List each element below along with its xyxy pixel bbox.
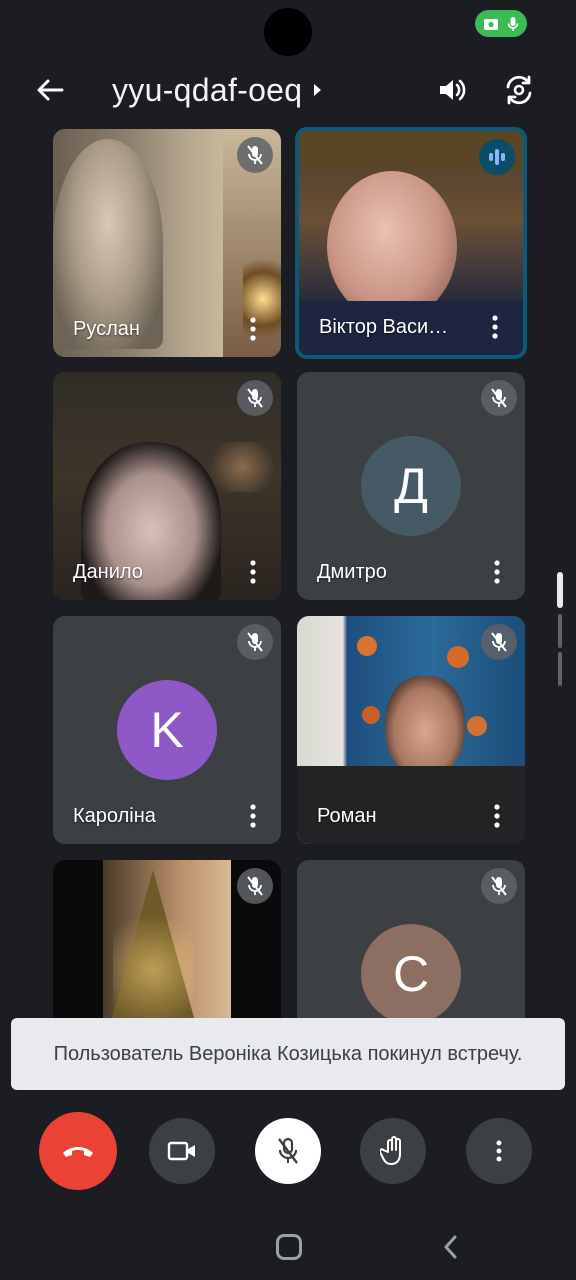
participant-name: Кароліна xyxy=(73,805,156,827)
status-bar xyxy=(0,0,576,60)
participant-tile[interactable]: K Кароліна xyxy=(53,616,281,844)
mic-off-icon xyxy=(247,145,263,165)
participant-tile[interactable]: Д Дмитро xyxy=(297,372,525,600)
privacy-indicator xyxy=(475,10,527,37)
home-button[interactable] xyxy=(276,1234,302,1260)
more-options-button[interactable] xyxy=(466,1118,532,1184)
audio-output-button[interactable] xyxy=(430,68,474,112)
hand-icon xyxy=(380,1136,401,1165)
call-controls xyxy=(0,1110,576,1194)
end-call-button[interactable] xyxy=(39,1112,117,1190)
more-vert-icon xyxy=(494,560,500,584)
back-nav-button[interactable] xyxy=(438,1232,462,1262)
participant-options-button[interactable] xyxy=(243,802,263,830)
more-vert-icon xyxy=(250,317,256,341)
mic-off-icon xyxy=(491,632,507,652)
mic-off-icon xyxy=(491,876,507,896)
participant-options-button[interactable] xyxy=(485,313,505,341)
toast-message: Пользователь Вероніка Козицька покинул в… xyxy=(53,1042,523,1065)
participant-tile-active-speaker[interactable]: Віктор Васи… xyxy=(295,127,527,359)
participant-avatar: Д xyxy=(361,436,461,536)
meeting-info-button[interactable]: yyu-qdaf-oeq xyxy=(112,70,322,110)
avatar-initial: K xyxy=(150,702,184,758)
camera-in-use-icon xyxy=(484,18,498,30)
videocam-icon xyxy=(167,1141,195,1161)
muted-indicator xyxy=(237,137,273,173)
more-vert-icon xyxy=(492,315,498,339)
muted-indicator xyxy=(481,868,517,904)
scrollbar-thumb[interactable] xyxy=(557,572,563,608)
participant-options-button[interactable] xyxy=(487,558,507,586)
raise-hand-button[interactable] xyxy=(360,1118,426,1184)
participant-options-button[interactable] xyxy=(243,558,263,586)
arrow-left-icon xyxy=(37,79,64,101)
meeting-code: yyu-qdaf-oeq xyxy=(112,71,303,108)
system-navigation-bar xyxy=(0,1210,576,1280)
participant-name: Данило xyxy=(73,561,143,583)
audio-level-icon xyxy=(489,149,505,165)
front-camera xyxy=(264,8,312,56)
muted-indicator xyxy=(237,868,273,904)
participant-options-button[interactable] xyxy=(243,315,263,343)
notification-toast: Пользователь Вероніка Козицька покинул в… xyxy=(11,1018,565,1090)
participant-tile[interactable]: Руслан xyxy=(53,129,281,357)
camera-toggle-button[interactable] xyxy=(149,1118,215,1184)
participant-avatar: C xyxy=(361,924,461,1024)
more-vert-icon xyxy=(250,560,256,584)
mic-off-icon xyxy=(247,876,263,896)
participant-name: Руслан xyxy=(73,318,140,340)
participant-tile[interactable]: Роман xyxy=(297,616,525,844)
muted-indicator xyxy=(481,624,517,660)
microphone-toggle-button[interactable] xyxy=(255,1118,321,1184)
speaker-icon xyxy=(440,79,466,101)
mic-off-icon xyxy=(247,388,263,408)
participant-tile[interactable]: Данило xyxy=(53,372,281,600)
scrollbar-segment xyxy=(558,652,562,686)
mic-off-icon xyxy=(278,1137,298,1164)
mic-off-icon xyxy=(491,388,507,408)
more-vert-icon xyxy=(496,1140,502,1162)
phone-hangup-icon xyxy=(63,1147,93,1157)
muted-indicator xyxy=(237,380,273,416)
scrollbar-segment xyxy=(558,614,562,648)
more-vert-icon xyxy=(250,804,256,828)
chevron-left-icon xyxy=(444,1235,457,1259)
muted-indicator xyxy=(237,624,273,660)
more-vert-icon xyxy=(494,804,500,828)
mic-in-use-icon xyxy=(507,16,519,31)
avatar-initial: C xyxy=(392,946,430,1002)
switch-camera-icon xyxy=(506,75,532,105)
avatar-initial: Д xyxy=(394,458,428,514)
switch-camera-button[interactable] xyxy=(497,68,541,112)
participant-name: Віктор Васи… xyxy=(319,316,449,338)
speaking-indicator xyxy=(479,139,515,175)
participant-options-button[interactable] xyxy=(487,802,507,830)
mic-off-icon xyxy=(247,632,263,652)
participant-avatar: K xyxy=(117,680,217,780)
muted-indicator xyxy=(481,380,517,416)
participant-name: Дмитро xyxy=(317,561,387,583)
back-button[interactable] xyxy=(30,70,70,110)
chevron-right-icon xyxy=(314,84,322,96)
meeting-header: yyu-qdaf-oeq xyxy=(0,60,576,120)
participant-name: Роман xyxy=(317,805,377,827)
